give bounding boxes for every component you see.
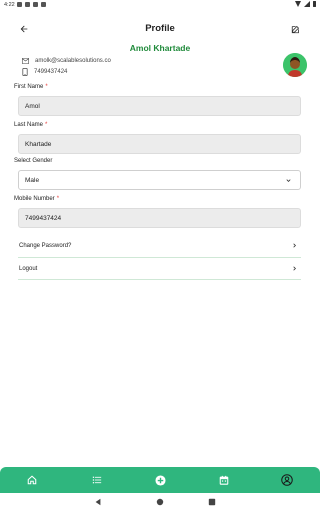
system-recents-button[interactable]	[208, 498, 216, 506]
signal-icon	[303, 1, 310, 7]
system-home-button[interactable]	[156, 498, 164, 506]
mobile-value: 7499437424	[25, 214, 62, 222]
change-password-label: Change Password?	[19, 243, 72, 249]
last-name-input[interactable]: Khartade	[18, 134, 301, 154]
back-button[interactable]	[16, 21, 32, 37]
profile-phone: 7499437424	[34, 69, 68, 75]
bottom-nav	[0, 467, 320, 493]
add-circle-icon	[154, 474, 166, 486]
first-name-label: First Name *	[14, 84, 48, 90]
account-circle-icon	[281, 474, 293, 486]
nav-calendar[interactable]	[217, 473, 231, 487]
nav-home[interactable]	[25, 473, 39, 487]
arrow-left-icon	[20, 25, 28, 33]
smartphone-icon	[22, 68, 28, 76]
avatar[interactable]	[283, 53, 307, 77]
wifi-icon	[294, 1, 301, 7]
home-icon	[27, 475, 37, 485]
chevron-right-icon	[293, 266, 296, 271]
triangle-back-icon	[95, 498, 101, 506]
last-name-label-text: Last Name	[14, 122, 44, 128]
chevron-right-icon	[293, 243, 296, 248]
required-mark: *	[45, 122, 48, 128]
status-time: 4:22	[4, 2, 15, 8]
edit-icon	[291, 25, 300, 34]
status-system-icons	[294, 1, 316, 7]
page-title: Profile	[145, 23, 175, 34]
logout-label: Logout	[19, 266, 38, 272]
battery-icon	[312, 1, 316, 7]
list-icon	[92, 476, 102, 484]
profile-email-row: amolk@scalablesolutions.co	[22, 58, 111, 64]
change-password-row[interactable]: Change Password?	[18, 235, 301, 257]
divider	[18, 279, 301, 280]
mobile-label-text: Mobile Number	[14, 196, 55, 202]
first-name-value: Amol	[25, 102, 40, 110]
sd-card-status-icon	[41, 2, 46, 7]
profile-email: amolk@scalablesolutions.co	[35, 58, 111, 64]
gender-value: Male	[25, 176, 40, 184]
profile-phone-row: 7499437424	[22, 68, 67, 76]
settings-status-icon	[17, 2, 22, 7]
avatar-illustration	[283, 53, 307, 77]
edit-profile-button[interactable]	[288, 21, 304, 37]
system-nav-bar	[0, 493, 320, 512]
logout-row[interactable]: Logout	[18, 258, 301, 280]
chevron-down-icon	[286, 179, 291, 182]
gender-label: Select Gender	[14, 158, 52, 164]
last-name-label: Last Name *	[14, 122, 47, 128]
last-name-value: Khartade	[25, 140, 52, 148]
system-back-button[interactable]	[94, 498, 102, 506]
calendar-icon	[219, 475, 229, 485]
nav-profile[interactable]	[280, 473, 294, 487]
required-mark: *	[45, 84, 48, 90]
shield-status-icon	[33, 2, 38, 7]
mobile-label: Mobile Number *	[14, 196, 59, 202]
app-status-icon	[25, 2, 30, 7]
required-mark: *	[56, 196, 60, 202]
status-bar: 4:22	[0, 0, 320, 10]
square-recents-icon	[208, 498, 216, 506]
first-name-label-text: First Name	[14, 84, 44, 90]
first-name-input[interactable]: Amol	[18, 96, 301, 116]
profile-name: Amol Khartade	[129, 43, 191, 53]
mail-icon	[22, 58, 29, 64]
gender-label-text: Select Gender	[14, 158, 53, 164]
app-bar: Profile	[0, 18, 320, 40]
status-notification-icons	[17, 2, 46, 7]
nav-add[interactable]	[153, 473, 167, 487]
gender-select[interactable]: Male	[18, 170, 301, 190]
mobile-input[interactable]: 7499437424	[18, 208, 301, 228]
circle-home-icon	[156, 498, 164, 506]
nav-list[interactable]	[90, 473, 104, 487]
